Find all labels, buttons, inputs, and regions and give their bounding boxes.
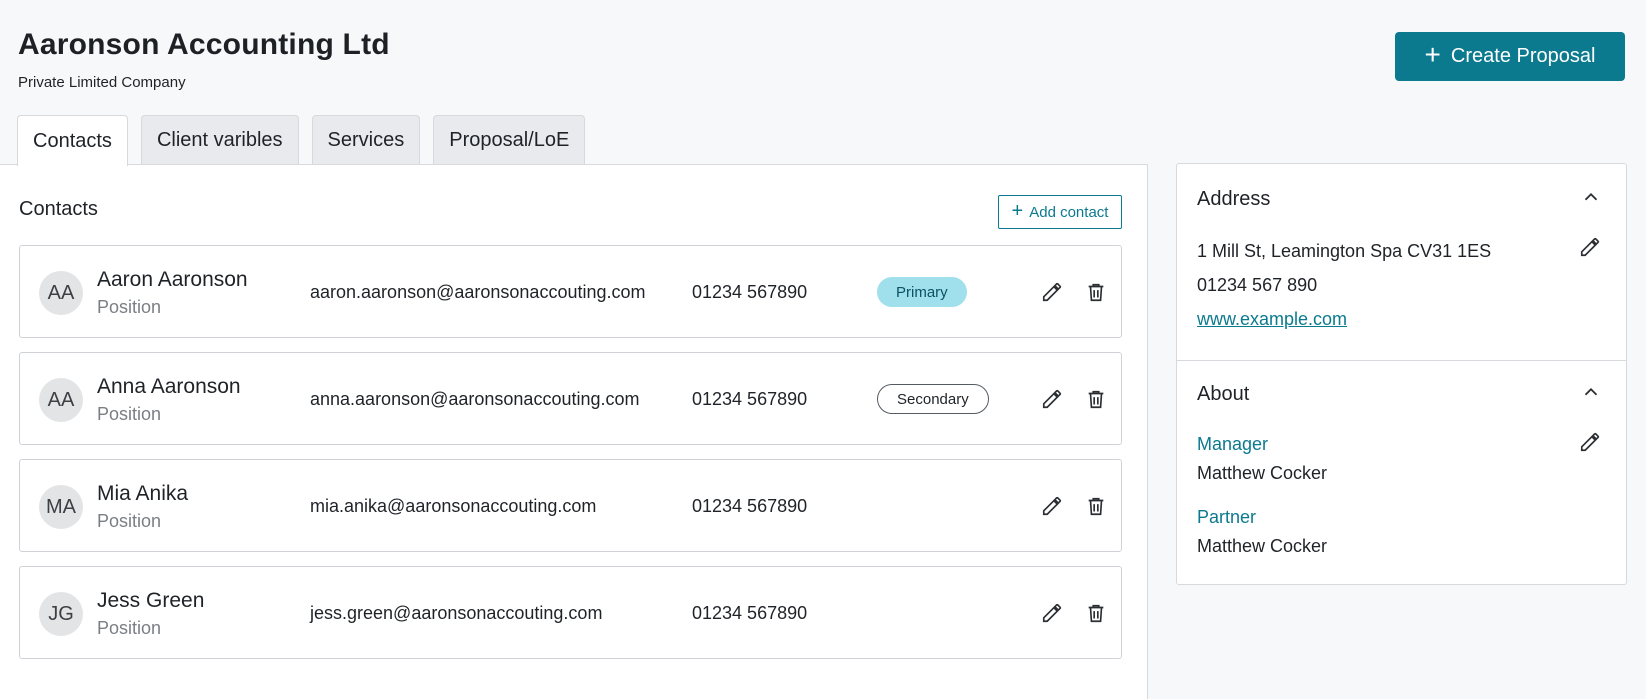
address-title: Address bbox=[1197, 188, 1271, 210]
delete-icon[interactable] bbox=[1083, 279, 1109, 305]
add-contact-button[interactable]: + Add contact bbox=[998, 195, 1122, 229]
contacts-panel: Contacts + Add contact AA Aaron Aaronson… bbox=[0, 164, 1148, 699]
contact-position: Position bbox=[97, 404, 162, 424]
address-line: 1 Mill St, Leamington Spa CV31 1ES bbox=[1197, 241, 1492, 261]
tab-proposal-loe[interactable]: Proposal/LoE bbox=[433, 115, 586, 165]
contact-email: aaron.aaronson@aaronsonaccouting.com bbox=[310, 282, 646, 302]
website-link[interactable]: www.example.com bbox=[1197, 309, 1347, 330]
client-details-panel: Address 1 Mill St, Leamington Spa CV31 1… bbox=[1176, 163, 1627, 585]
contact-card: MA Mia Anika Position mia.anika@aaronson… bbox=[19, 459, 1122, 552]
edit-icon[interactable] bbox=[1039, 600, 1065, 626]
contacts-title: Contacts bbox=[19, 198, 98, 220]
edit-icon[interactable] bbox=[1039, 279, 1065, 305]
contact-card: JG Jess Green Position jess.green@aarons… bbox=[19, 566, 1122, 659]
contact-email: anna.aaronson@aaronsonaccouting.com bbox=[310, 389, 640, 409]
status-badge: Primary bbox=[877, 277, 967, 307]
tab-bar: Contacts Client varibles Services Propos… bbox=[17, 115, 586, 166]
contact-position: Position bbox=[97, 618, 162, 638]
avatar: AA bbox=[39, 378, 83, 422]
chevron-up-icon[interactable] bbox=[1580, 381, 1602, 403]
create-proposal-button[interactable]: + Create Proposal bbox=[1395, 32, 1625, 81]
delete-icon[interactable] bbox=[1083, 493, 1109, 519]
contact-email: mia.anika@aaronsonaccouting.com bbox=[310, 496, 597, 516]
chevron-up-icon[interactable] bbox=[1580, 186, 1602, 208]
address-phone: 01234 567 890 bbox=[1197, 275, 1318, 295]
create-proposal-label: Create Proposal bbox=[1450, 45, 1596, 67]
contact-card: AA Anna Aaronson Position anna.aaronson@… bbox=[19, 352, 1122, 445]
company-type: Private Limited Company bbox=[18, 74, 186, 91]
contact-name: Jess Green bbox=[97, 589, 205, 612]
divider bbox=[1177, 360, 1626, 361]
partner-label: Partner bbox=[1197, 507, 1257, 527]
tab-services[interactable]: Services bbox=[311, 115, 421, 165]
status-badge: Secondary bbox=[877, 384, 989, 414]
manager-name: Matthew Cocker bbox=[1197, 463, 1328, 483]
tab-contacts[interactable]: Contacts bbox=[17, 115, 128, 166]
about-title: About bbox=[1197, 383, 1250, 405]
partner-name: Matthew Cocker bbox=[1197, 536, 1328, 556]
edit-icon[interactable] bbox=[1039, 493, 1065, 519]
contact-name: Aaron Aaronson bbox=[97, 268, 248, 291]
avatar: JG bbox=[39, 592, 83, 636]
contact-position: Position bbox=[97, 297, 162, 317]
tab-client-variables[interactable]: Client varibles bbox=[140, 115, 299, 165]
page-header: Aaronson Accounting Ltd Private Limited … bbox=[18, 28, 390, 91]
contact-name: Mia Anika bbox=[97, 482, 189, 505]
edit-icon[interactable] bbox=[1579, 431, 1605, 457]
edit-icon[interactable] bbox=[1579, 236, 1605, 262]
company-name: Aaronson Accounting Ltd bbox=[18, 28, 390, 61]
contact-phone: 01234 567890 bbox=[692, 389, 808, 409]
plus-icon: + bbox=[1011, 200, 1024, 222]
contact-phone: 01234 567890 bbox=[692, 282, 808, 302]
avatar: AA bbox=[39, 271, 83, 315]
contact-card: AA Aaron Aaronson Position aaron.aaronso… bbox=[19, 245, 1122, 338]
contact-email: jess.green@aaronsonaccouting.com bbox=[310, 603, 603, 623]
contact-position: Position bbox=[97, 511, 162, 531]
plus-icon: + bbox=[1424, 39, 1441, 70]
delete-icon[interactable] bbox=[1083, 600, 1109, 626]
add-contact-label: Add contact bbox=[1029, 203, 1109, 221]
delete-icon[interactable] bbox=[1083, 386, 1109, 412]
edit-icon[interactable] bbox=[1039, 386, 1065, 412]
avatar: MA bbox=[39, 485, 83, 529]
contact-phone: 01234 567890 bbox=[692, 496, 808, 516]
contact-phone: 01234 567890 bbox=[692, 603, 808, 623]
contact-name: Anna Aaronson bbox=[97, 375, 241, 398]
manager-label: Manager bbox=[1197, 434, 1269, 454]
